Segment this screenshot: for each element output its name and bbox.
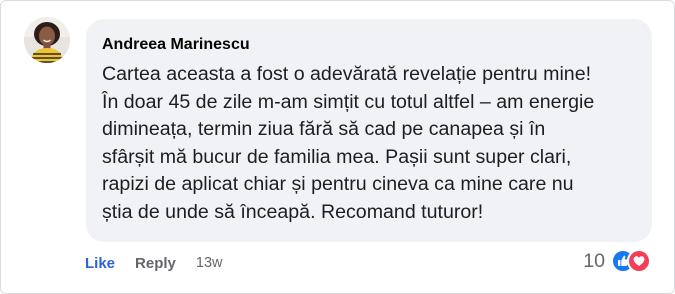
reply-button[interactable]: Reply — [135, 255, 176, 272]
comment-text: Cartea aceasta a fost o adevărată revela… — [102, 63, 595, 223]
avatar[interactable] — [24, 17, 70, 63]
avatar-image — [24, 17, 70, 63]
reaction-icons — [611, 249, 651, 273]
comment-bubble: Andreea Marinescu Cartea aceasta a fost … — [86, 19, 652, 242]
reaction-count: 10 — [583, 249, 605, 272]
like-button[interactable]: Like — [85, 255, 115, 272]
comment-timestamp[interactable]: 13w — [196, 255, 223, 271]
love-icon — [627, 249, 651, 273]
comment-card: Andreea Marinescu Cartea aceasta a fost … — [0, 0, 675, 294]
comment-actions: Like Reply 13w — [85, 253, 222, 273]
reactions-summary[interactable]: 10 — [583, 249, 651, 273]
comment-author[interactable]: Andreea Marinescu — [102, 35, 636, 55]
